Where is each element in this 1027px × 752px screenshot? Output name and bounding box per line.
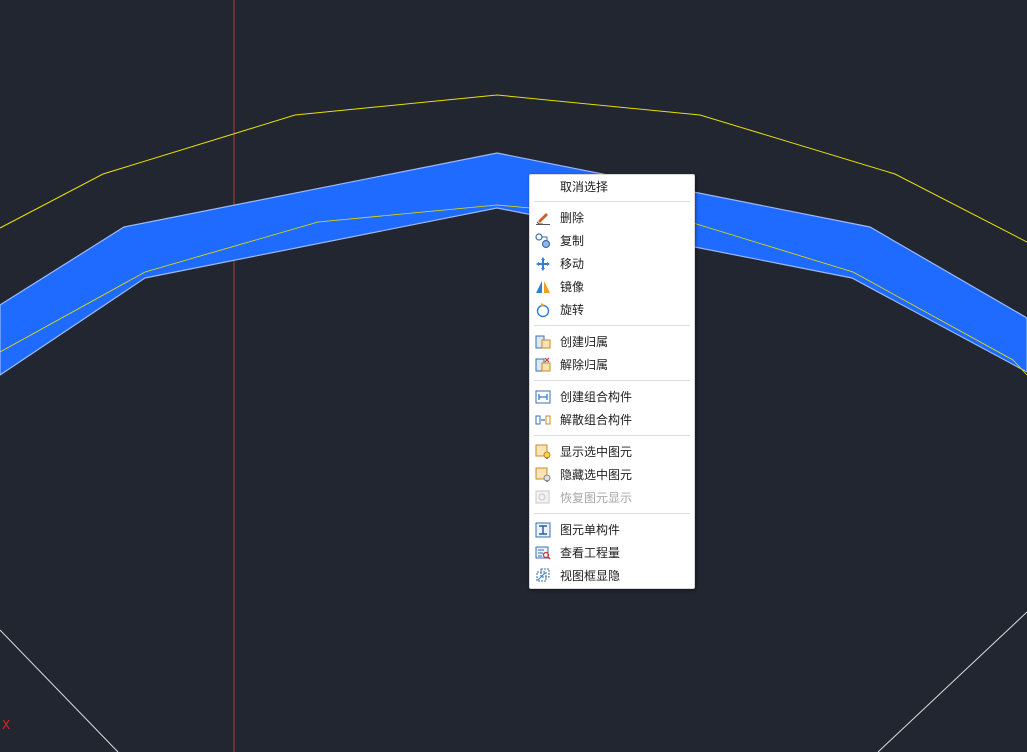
view-quantity-icon bbox=[535, 546, 551, 560]
menu-item-view-quantity[interactable]: 查看工程量 bbox=[530, 542, 694, 564]
menu-label: 复制 bbox=[560, 234, 585, 248]
menu-label: 视图框显隐 bbox=[560, 569, 621, 583]
menu-label: 查看工程量 bbox=[560, 546, 621, 560]
drawing-canvas[interactable] bbox=[0, 0, 1027, 752]
menu-label: 显示选中图元 bbox=[560, 445, 633, 459]
menu-label: 解除归属 bbox=[560, 358, 609, 372]
move-icon bbox=[536, 257, 550, 271]
menu-item-hide-selected[interactable]: 隐藏选中图元 bbox=[530, 464, 694, 486]
menu-item-create-group[interactable]: 创建组合构件 bbox=[530, 386, 694, 408]
ungroup-icon bbox=[535, 415, 551, 425]
white-diagonal-left[interactable] bbox=[0, 629, 119, 752]
menu-label: 旋转 bbox=[560, 303, 585, 317]
menu-item-copy[interactable]: 复制 bbox=[530, 230, 694, 252]
hide-selected-icon bbox=[535, 467, 551, 482]
menu-separator bbox=[534, 435, 690, 436]
menu-item-remove-attach[interactable]: 解除归属 bbox=[530, 354, 694, 376]
x-axis-label: X bbox=[2, 718, 11, 732]
menu-label: 解散组合构件 bbox=[560, 413, 633, 427]
menu-label: 创建组合构件 bbox=[560, 390, 633, 404]
menu-label: 图元单构件 bbox=[560, 523, 621, 537]
menu-label: 恢复图元显示 bbox=[560, 491, 633, 505]
menu-separator bbox=[534, 380, 690, 381]
white-diagonal-right[interactable] bbox=[877, 611, 1027, 752]
remove-attach-icon bbox=[535, 357, 551, 372]
menu-item-delete[interactable]: 删除 bbox=[530, 207, 694, 229]
copy-icon bbox=[535, 233, 551, 249]
menu-label: 删除 bbox=[560, 211, 585, 225]
rotate-icon bbox=[536, 303, 550, 318]
viewframe-toggle-icon bbox=[536, 568, 550, 582]
mirror-icon bbox=[536, 281, 550, 293]
menu-label: 隐藏选中图元 bbox=[560, 468, 633, 482]
menu-item-create-attach[interactable]: 创建归属 bbox=[530, 331, 694, 353]
create-group-icon bbox=[535, 390, 551, 404]
menu-item-ungroup[interactable]: 解散组合构件 bbox=[530, 409, 694, 431]
menu-label: 创建归属 bbox=[560, 335, 609, 349]
restore-display-icon bbox=[535, 490, 550, 504]
menu-item-single-component[interactable]: 图元单构件 bbox=[530, 519, 694, 541]
show-selected-icon bbox=[535, 444, 551, 459]
menu-item-show-selected[interactable]: 显示选中图元 bbox=[530, 441, 694, 463]
menu-label: 取消选择 bbox=[560, 180, 609, 194]
single-component-icon bbox=[535, 522, 551, 538]
menu-item-cancel-select[interactable]: 取消选择 bbox=[530, 176, 694, 198]
menu-separator bbox=[534, 513, 690, 514]
menu-item-mirror[interactable]: 镜像 bbox=[530, 276, 694, 298]
context-menu: 取消选择 删除 复制 移动 镜像 旋转 创建归属 解除归属 创建组合构件 解散组… bbox=[529, 174, 695, 589]
menu-separator bbox=[534, 325, 690, 326]
menu-item-restore-display: 恢复图元显示 bbox=[530, 487, 694, 509]
menu-item-viewframe-toggle[interactable]: 视图框显隐 bbox=[530, 565, 694, 587]
create-attach-icon bbox=[535, 335, 551, 349]
menu-label: 镜像 bbox=[560, 280, 585, 294]
menu-label: 移动 bbox=[560, 257, 585, 271]
eraser-icon bbox=[536, 213, 550, 225]
menu-separator bbox=[534, 201, 690, 202]
selected-wall-band[interactable] bbox=[0, 152, 1027, 376]
menu-item-rotate[interactable]: 旋转 bbox=[530, 299, 694, 321]
menu-item-move[interactable]: 移动 bbox=[530, 253, 694, 275]
